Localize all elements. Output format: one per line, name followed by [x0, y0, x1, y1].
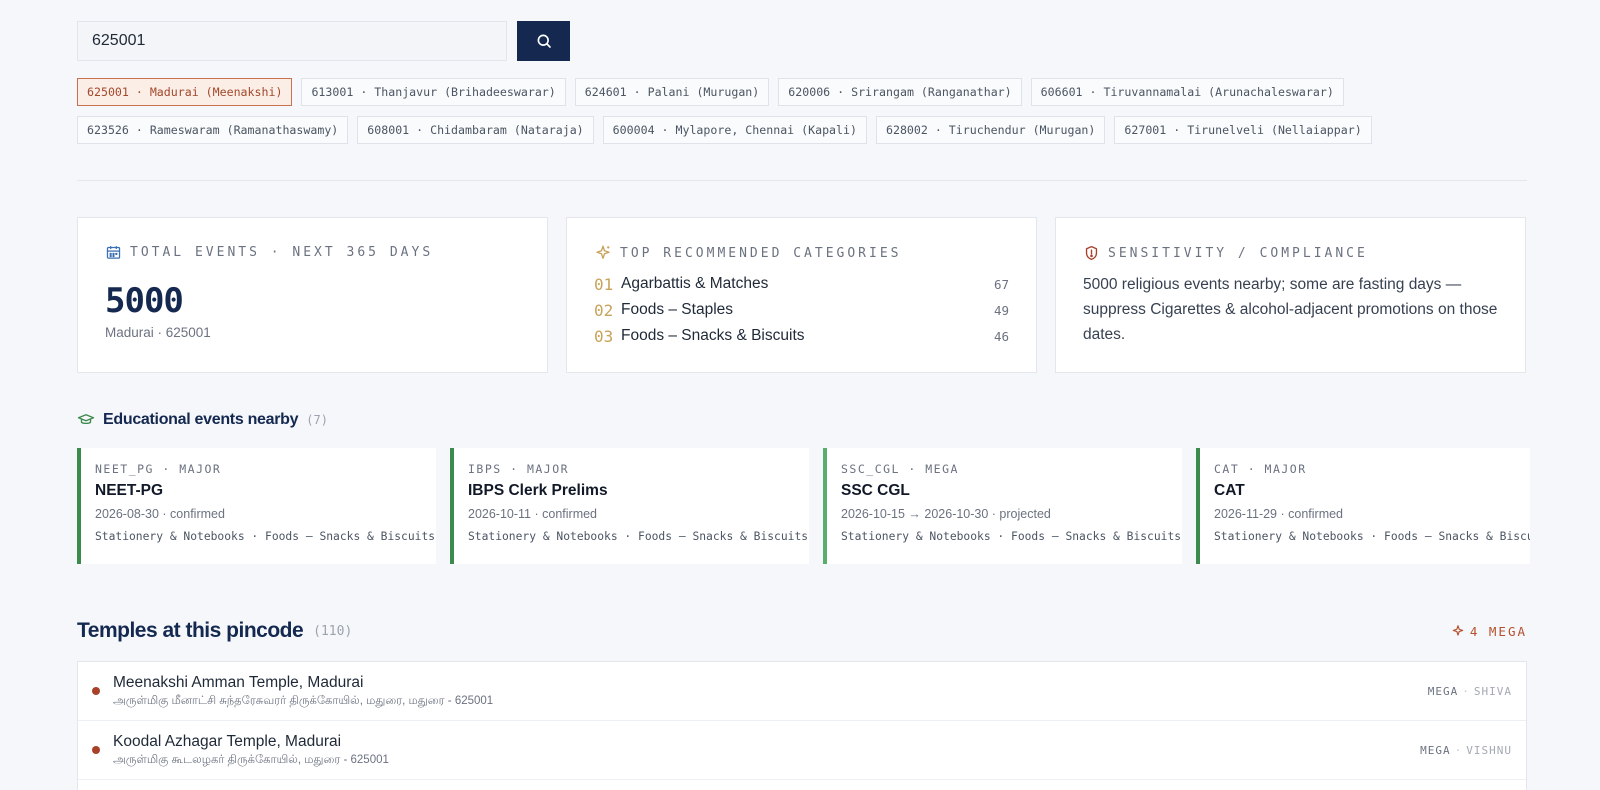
education-card[interactable]: CAT · MAJOR CAT 2026-11-29 · confirmed S…: [1196, 448, 1530, 564]
card-heading-row: SENSITIVITY / COMPLIANCE: [1083, 244, 1498, 262]
temple-row[interactable]: Meenakshi Amman Temple, Madurai அருள்மிக…: [78, 662, 1526, 721]
temples-title: Temples at this pincode: [77, 619, 304, 642]
temple-row[interactable]: Koodal Azhagar Temple, Madurai அருள்மிகு…: [78, 721, 1526, 780]
temple-list: Meenakshi Amman Temple, Madurai அருள்மிக…: [77, 661, 1527, 790]
category-item: 01 Agarbattis & Matches 67: [594, 271, 1009, 297]
education-card[interactable]: NEET_PG · MAJOR NEET-PG 2026-08-30 · con…: [77, 448, 436, 564]
exam-date: 2026-10-11 · confirmed: [468, 507, 598, 521]
card-heading: TOP RECOMMENDED CATEGORIES: [620, 245, 902, 261]
category-rank: 01: [594, 274, 614, 294]
sparkle-icon: [1452, 625, 1464, 636]
education-card[interactable]: SSC_CGL · MEGA SSC CGL 2026-10-15 → 2026…: [823, 448, 1182, 564]
card-heading: TOTAL EVENTS · NEXT 365 DAYS: [130, 245, 434, 260]
mega-count-label: 4 MEGA: [1469, 623, 1527, 639]
pincode-chip[interactable]: 608001 · Chidambaram (Nataraja): [357, 116, 594, 144]
top-categories-card: TOP RECOMMENDED CATEGORIES 01 Agarbattis…: [566, 217, 1037, 373]
exam-name: SSC CGL: [841, 482, 910, 499]
category-name: Agarbattis & Matches: [621, 275, 769, 292]
exam-date: 2026-08-30 · confirmed: [95, 507, 225, 521]
exam-tag: CAT · MAJOR: [1214, 462, 1307, 476]
pincode-chip[interactable]: 613001 · Thanjavur (Brihadeeswarar): [301, 78, 566, 106]
temple-deity: SHIVA: [1473, 684, 1512, 698]
temple-meta: MEGA · SHIVA: [1427, 684, 1512, 698]
sensitivity-text: 5000 religious events nearby; some are f…: [1083, 276, 1498, 343]
calendar-icon: [106, 246, 121, 259]
category-count: 49: [993, 302, 1009, 318]
exam-categories: Stationery & Notebooks · Foods – Snacks …: [841, 530, 1182, 543]
temples-heading: Temples at this pincode (110) 4 MEGA: [77, 619, 1527, 643]
search-bar: [77, 21, 570, 61]
exam-name: IBPS Clerk Prelims: [468, 482, 608, 499]
temple-tamil-name: அருள்மிகு மீனாட்சி சுந்தரேசுவரர் திருக்க…: [113, 694, 494, 707]
pincode-search-input[interactable]: [77, 21, 507, 61]
status-dot: [92, 687, 100, 695]
exam-name: NEET-PG: [95, 482, 164, 499]
shield-alert-icon: [1085, 245, 1098, 261]
pincode-chip[interactable]: 623526 · Rameswaram (Ramanathaswamy): [77, 116, 349, 144]
chip-row-1: 625001 · Madurai (Meenakshi) 613001 · Th…: [77, 78, 1517, 106]
pincode-chip[interactable]: 606601 · Tiruvannamalai (Arunachaleswara…: [1030, 78, 1344, 106]
education-title: Educational events nearby: [103, 411, 299, 428]
pincode-chip[interactable]: 625001 · Madurai (Meenakshi): [77, 78, 293, 106]
card-heading-row: TOTAL EVENTS · NEXT 365 DAYS: [105, 244, 520, 261]
category-count: 67: [993, 276, 1009, 292]
education-card[interactable]: IBPS · MAJOR IBPS Clerk Prelims 2026-10-…: [450, 448, 809, 564]
location-label: Madurai · 625001: [105, 325, 211, 340]
temples-count: (110): [313, 623, 353, 639]
exam-date: 2026-11-29 · confirmed: [1214, 507, 1344, 521]
temple-name: Koodal Azhagar Temple, Madurai: [113, 732, 342, 750]
pincode-chip[interactable]: 600004 · Mylapore, Chennai (Kapali): [602, 116, 867, 144]
total-events-card: TOTAL EVENTS · NEXT 365 DAYS 5000 Madura…: [77, 217, 548, 373]
category-item: 03 Foods – Snacks & Biscuits 46: [594, 323, 1009, 349]
exam-tag: NEET_PG · MAJOR: [95, 462, 222, 476]
search-icon: [537, 34, 551, 48]
exam-categories: Stationery & Notebooks · Foods – Snacks …: [1214, 530, 1530, 543]
mega-count-badge: 4 MEGA: [1451, 624, 1527, 639]
temple-deity: VISHNU: [1466, 743, 1512, 757]
sparkle-icon: [596, 245, 610, 259]
category-rank: 03: [594, 326, 614, 346]
temple-tier: MEGA: [1420, 743, 1451, 757]
exam-categories: Stationery & Notebooks · Foods – Snacks …: [468, 530, 809, 543]
temple-meta: MEGA · VISHNU: [1420, 743, 1512, 757]
temple-tier: MEGA: [1427, 684, 1459, 698]
category-name: Foods – Staples: [621, 301, 734, 318]
temple-name: Meenakshi Amman Temple, Madurai: [113, 673, 364, 691]
section-divider: [77, 180, 1527, 181]
category-count: 46: [993, 328, 1009, 344]
pincode-chips: 625001 · Madurai (Meenakshi) 613001 · Th…: [77, 78, 1517, 154]
education-count: (7): [306, 413, 328, 427]
exam-tag: SSC_CGL · MEGA: [841, 462, 959, 476]
category-rank: 02: [594, 300, 614, 320]
exam-tag: IBPS · MAJOR: [468, 462, 570, 476]
search-button[interactable]: [517, 21, 570, 61]
sensitivity-card: SENSITIVITY / COMPLIANCE 5000 religious …: [1055, 217, 1526, 373]
pincode-chip[interactable]: 628002 · Tiruchendur (Murugan): [875, 116, 1106, 144]
category-list: 01 Agarbattis & Matches 67 02 Foods – St…: [594, 271, 1009, 349]
pincode-chip[interactable]: 627001 · Tirunelveli (Nellaiappar): [1114, 116, 1372, 144]
education-heading: Educational events nearby (7): [77, 411, 328, 429]
graduation-cap-icon: [77, 414, 95, 425]
temple-tamil-name: அருள்மிகு கூடலழகர் திருக்கோயில், மதுரை -…: [113, 753, 389, 766]
category-item: 02 Foods – Staples 49: [594, 297, 1009, 323]
exam-name: CAT: [1214, 482, 1245, 499]
temple-text: Meenakshi Amman Temple, Madurai அருள்மிக…: [113, 674, 1428, 709]
total-events-value: 5000: [105, 281, 184, 321]
pincode-chip[interactable]: 620006 · Srirangam (Ranganathar): [778, 78, 1022, 106]
exam-categories: Stationery & Notebooks · Foods – Snacks …: [95, 530, 436, 543]
card-heading-row: TOP RECOMMENDED CATEGORIES: [594, 244, 1009, 262]
temple-text: Koodal Azhagar Temple, Madurai அருள்மிகு…: [113, 733, 1420, 768]
exam-date: 2026-10-15 → 2026-10-30 · projected: [841, 507, 1051, 521]
education-carousel[interactable]: NEET_PG · MAJOR NEET-PG 2026-08-30 · con…: [77, 448, 1530, 564]
chip-row-2: 623526 · Rameswaram (Ramanathaswamy) 608…: [77, 116, 1517, 144]
category-name: Foods – Snacks & Biscuits: [621, 327, 805, 344]
card-heading: SENSITIVITY / COMPLIANCE: [1108, 245, 1368, 261]
pincode-chip[interactable]: 624601 · Palani (Murugan): [574, 78, 770, 106]
status-dot: [92, 746, 100, 754]
